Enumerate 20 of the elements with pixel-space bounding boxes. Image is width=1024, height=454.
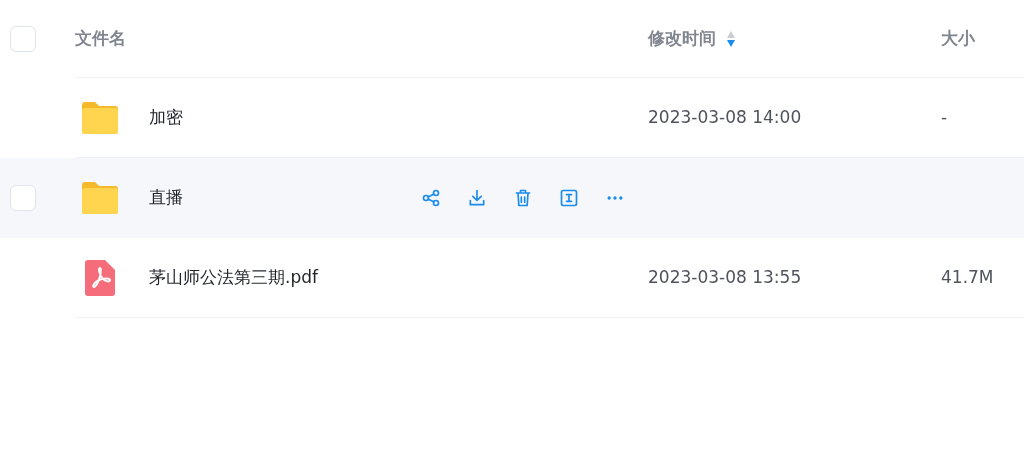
modified-time: 2023-03-08 13:55 — [648, 266, 802, 287]
file-row[interactable]: 直播 — [0, 158, 1024, 238]
file-size: 41.7M — [941, 265, 994, 289]
file-name[interactable]: 直播 — [149, 185, 421, 211]
share-icon[interactable] — [421, 188, 441, 208]
file-name[interactable]: 茅山师公法第三期.pdf — [149, 264, 421, 291]
download-icon[interactable] — [467, 188, 487, 208]
pdf-icon — [85, 259, 115, 296]
column-header[interactable]: 大小 — [941, 25, 975, 52]
checkbox[interactable] — [10, 185, 36, 211]
rename-icon[interactable] — [559, 188, 579, 208]
column-header[interactable]: 修改时间 — [648, 25, 716, 52]
folder-icon — [80, 180, 120, 216]
file-name[interactable]: 加密 — [149, 104, 421, 131]
column-header[interactable]: 文件名 — [75, 25, 648, 52]
trash-icon[interactable] — [513, 188, 533, 208]
folder-icon — [80, 99, 120, 136]
checkbox[interactable] — [10, 26, 36, 52]
file-size: - — [941, 105, 948, 129]
modified-time: 2023-03-08 14:00 — [648, 106, 802, 127]
